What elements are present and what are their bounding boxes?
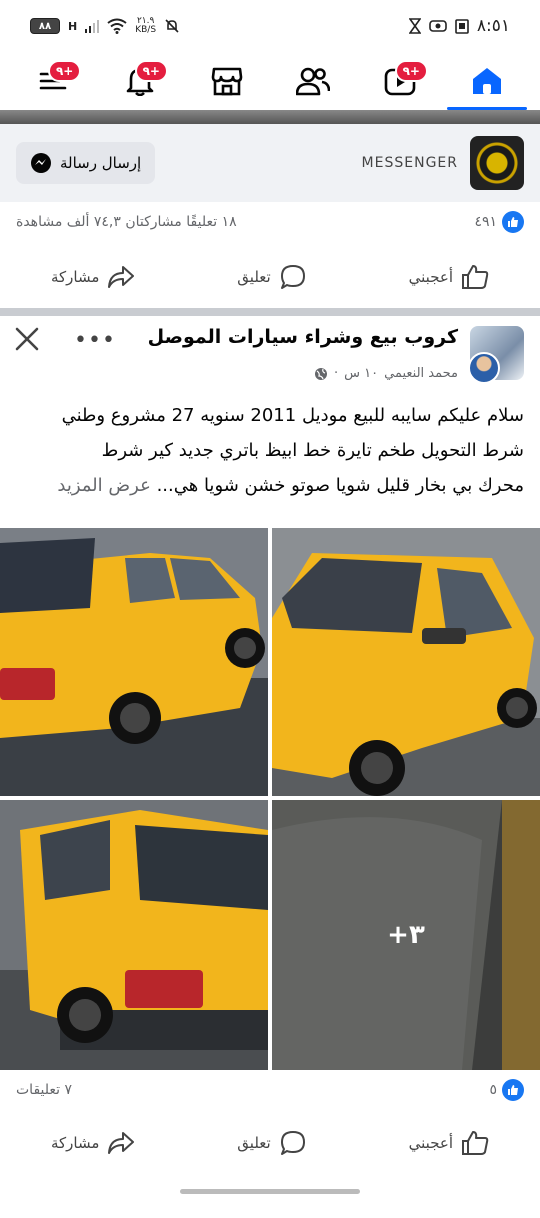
post-text-line: سلام عليكم سايبه للبيع موديل 2011 سنويه … — [61, 405, 524, 426]
more-options-icon[interactable]: ••• — [74, 328, 116, 353]
previous-post-reactions[interactable]: ٤٩١ — [474, 211, 524, 233]
photo-3[interactable] — [0, 800, 268, 1070]
previous-post-media-edge — [0, 110, 540, 124]
photo-2[interactable] — [272, 528, 540, 796]
send-message-button[interactable]: إرسال رسالة — [16, 142, 156, 184]
previous-post-actions: مشاركة تعليق أعجبني — [0, 250, 540, 304]
post-actions: مشاركة تعليق أعجبني — [0, 1116, 540, 1170]
menu-tab[interactable]: ٩+ — [23, 56, 83, 106]
clock: ٨:٥١ — [476, 16, 510, 36]
comment-label: تعليق — [237, 268, 271, 286]
like-reaction-icon — [502, 211, 524, 233]
post-time: ١٠ س — [344, 366, 379, 381]
author-name[interactable]: محمد النعيمي — [384, 366, 458, 381]
top-nav: ٩+ ٩+ ٩+ — [0, 52, 540, 110]
comment-button[interactable]: تعليق — [237, 1129, 306, 1157]
home-icon — [472, 68, 501, 94]
home-gesture-bar[interactable] — [180, 1189, 360, 1194]
post-text-line-last: محرك بي بخار قليل شويا صوتو خشن شويا هي.… — [57, 475, 524, 496]
video-tab[interactable]: ٩+ — [370, 56, 430, 106]
menu-badge: ٩+ — [47, 60, 82, 82]
post-meta: محمد النعيمي ١٠ س · — [314, 366, 458, 381]
comment-icon — [280, 265, 305, 289]
taxi-front-photo — [272, 528, 540, 796]
post-text-line: شرط التحويل طخم تايرة خط ابيظ باتري جديد… — [101, 440, 524, 461]
notifications-badge: ٩+ — [134, 60, 168, 82]
share-label: مشاركة — [50, 268, 100, 286]
app-notification-icon — [429, 20, 447, 32]
messenger-label: MESSENGER — [361, 155, 458, 171]
notifications-tab[interactable]: ٩+ — [110, 56, 170, 106]
comment-icon — [280, 1131, 305, 1155]
home-tab[interactable] — [446, 56, 527, 110]
messenger-cta-bar: إرسال رسالة MESSENGER — [0, 124, 540, 202]
ad-thumbnail[interactable] — [470, 136, 524, 190]
messenger-info: MESSENGER — [362, 136, 524, 190]
taxi-rear-photo — [0, 528, 268, 796]
signal-icon — [85, 20, 100, 33]
previous-post-like-count: ٤٩١ — [474, 214, 497, 230]
share-icon — [108, 266, 135, 288]
like-button[interactable]: أعجبني — [409, 264, 489, 290]
like-reaction-icon — [502, 1079, 524, 1101]
post-header: ••• كروب بيع وشراء سيارات الموصل محمد ال… — [0, 316, 540, 396]
network-type: H — [68, 19, 78, 33]
clipboard-icon — [455, 19, 469, 34]
comment-label: تعليق — [237, 1134, 271, 1152]
more-photos-overlay[interactable]: +٣ — [272, 800, 540, 1070]
share-button[interactable]: مشاركة — [51, 265, 135, 289]
messenger-icon — [31, 153, 51, 173]
marketplace-tab[interactable] — [197, 56, 257, 106]
taxi-side-photo — [0, 800, 268, 1070]
hourglass-icon — [408, 18, 421, 34]
share-icon — [108, 1132, 135, 1154]
close-icon[interactable] — [14, 326, 40, 352]
photo-1[interactable] — [0, 528, 268, 796]
post-separator — [0, 308, 540, 316]
like-label: أعجبني — [408, 268, 453, 286]
share-button[interactable]: مشاركة — [51, 1131, 135, 1155]
status-left: ٨٨ H ٢١.٩ KB/S — [30, 17, 180, 35]
photo-4[interactable]: +٣ — [272, 800, 540, 1070]
status-right: ٨:٥١ — [408, 16, 510, 36]
see-more-link[interactable]: عرض المزيد — [57, 475, 150, 496]
comment-button[interactable]: تعليق — [237, 263, 306, 291]
photo-grid: +٣ — [0, 528, 540, 1070]
group-name[interactable]: كروب بيع وشراء سيارات الموصل — [148, 326, 458, 348]
friends-tab[interactable] — [283, 56, 343, 106]
battery-icon: ٨٨ — [30, 18, 60, 34]
wifi-icon — [107, 18, 127, 34]
share-label: مشاركة — [50, 1134, 100, 1152]
friends-icon — [296, 67, 331, 96]
thumbs-up-icon — [462, 265, 489, 289]
like-label: أعجبني — [408, 1134, 453, 1152]
mute-bell-icon — [165, 19, 179, 33]
status-bar: ٨٨ H ٢١.٩ KB/S ٨:٥١ — [0, 0, 540, 52]
post-comments-count[interactable]: ٧ تعليقات — [16, 1082, 72, 1098]
post-reactions[interactable]: ٥ — [489, 1079, 524, 1101]
globe-icon — [315, 367, 327, 380]
previous-post-engagement[interactable]: ١٨ تعليقًا مشاركتان ٧٤,٣ ألف مشاهدة — [16, 214, 237, 230]
video-badge: ٩+ — [394, 60, 428, 82]
thumbs-up-icon — [462, 1131, 489, 1155]
marketplace-store-icon — [211, 67, 242, 96]
author-avatar[interactable] — [468, 352, 500, 384]
like-button[interactable]: أعجبني — [409, 1130, 489, 1156]
post-like-count: ٥ — [489, 1082, 497, 1098]
post-body: سلام عليكم سايبه للبيع موديل 2011 سنويه … — [0, 398, 540, 503]
send-message-label: إرسال رسالة — [60, 154, 142, 172]
post-stats: ٧ تعليقات ٥ — [0, 1070, 540, 1110]
previous-post-stats: ١٨ تعليقًا مشاركتان ٧٤,٣ ألف مشاهدة ٤٩١ — [0, 202, 540, 242]
network-speed: ٢١.٩ KB/S — [135, 16, 157, 35]
